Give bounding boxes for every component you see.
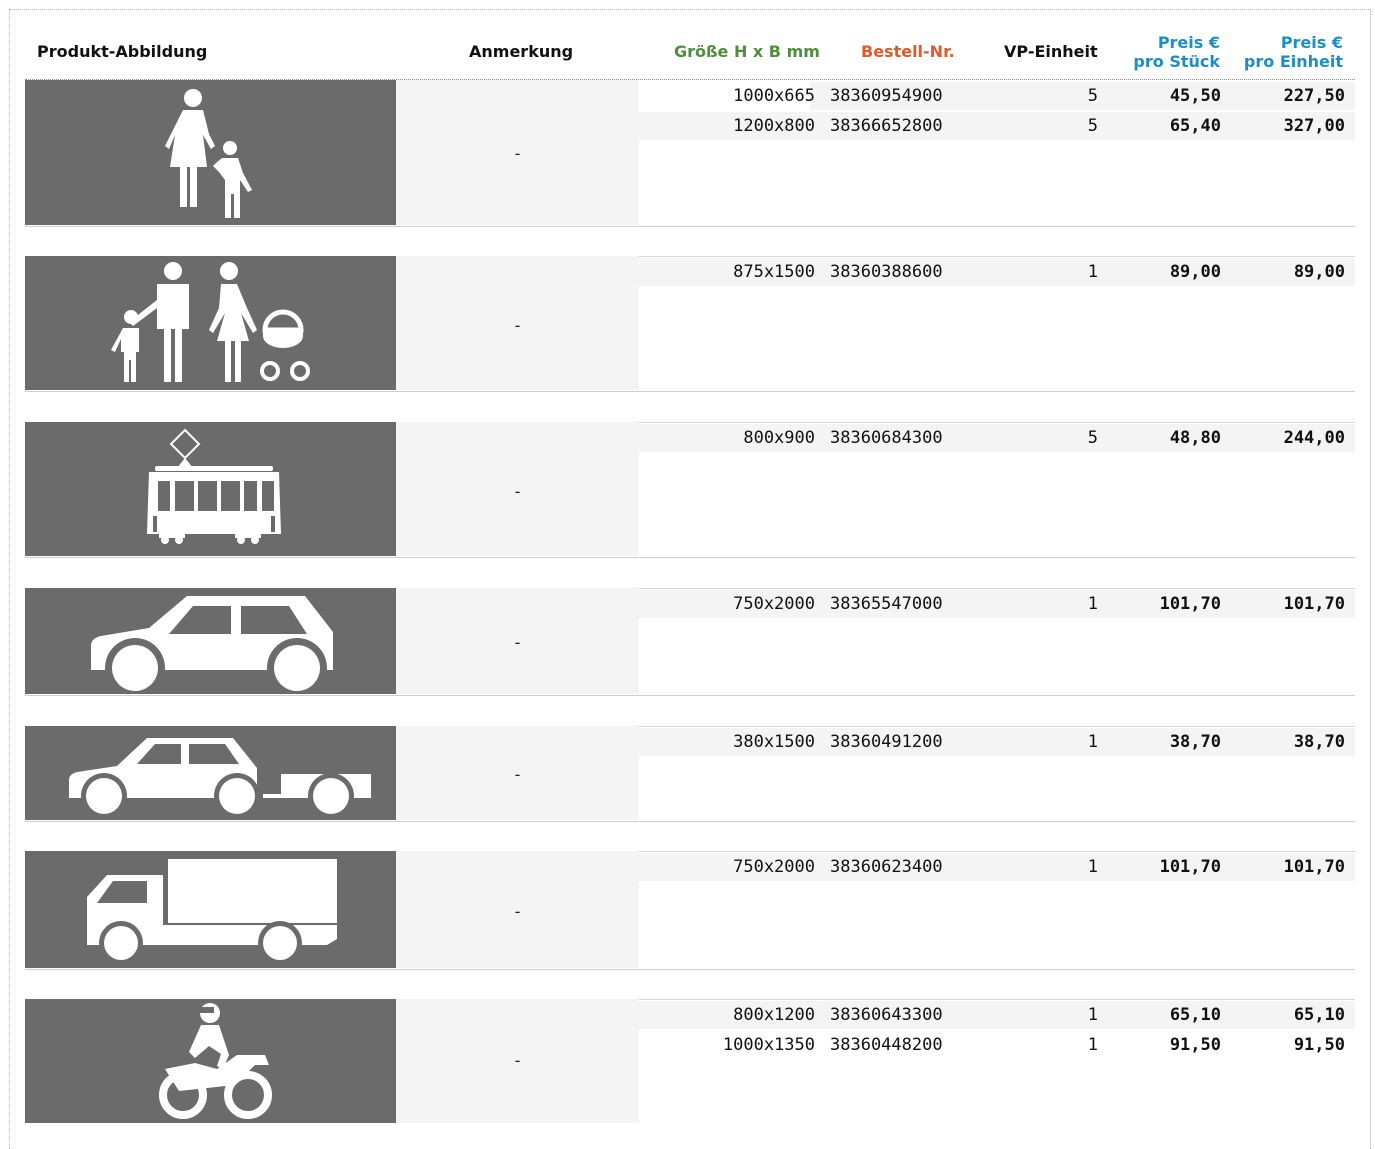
variant-price-unit: 227,50	[1283, 86, 1345, 106]
header-preis-stueck-line2: pro Stück	[1133, 52, 1220, 71]
variant-row: 1000x665 38360954900 5 45,50 227,50	[25, 82, 1355, 112]
variant-row: 380x1500 38360491200 1 38,70 38,70	[25, 728, 1355, 758]
header-bestell-nr: Bestell-Nr.	[861, 42, 955, 61]
variant-size: 800x1200	[733, 1005, 815, 1025]
variant-bestell-nr: 38360491200	[830, 732, 943, 752]
variant-price-piece: 65,10	[1169, 1005, 1221, 1025]
variant-price-unit: 101,70	[1283, 857, 1345, 877]
variant-price-piece: 101,70	[1159, 857, 1221, 877]
variant-bestell-nr: 38366652800	[830, 116, 943, 136]
variant-price-piece: 38,70	[1169, 732, 1221, 752]
variant-row: 750x2000 38360623400 1 101,70 101,70	[25, 853, 1355, 883]
header-preis-pro-einheit: Preis € pro Einheit	[1244, 33, 1343, 71]
note-text: -	[514, 902, 521, 921]
variant-price-unit: 89,00	[1293, 262, 1345, 282]
variant-size: 875x1500	[733, 262, 815, 282]
row-divider	[25, 969, 1355, 970]
variant-bestell-nr: 38360954900	[830, 86, 943, 106]
row-top-rule	[639, 422, 1355, 423]
header-anmerkung: Anmerkung	[469, 42, 574, 61]
variant-bestell-nr: 38360643300	[830, 1005, 943, 1025]
variant-row: 800x1200 38360643300 1 65,10 65,10	[25, 1001, 1355, 1031]
note-text: -	[514, 633, 521, 652]
row-divider	[25, 821, 1355, 822]
header-groesse: Größe H x B mm	[674, 42, 820, 61]
variant-size: 380x1500	[733, 732, 815, 752]
variant-vp: 1	[1087, 1035, 1098, 1055]
header-preis-stueck-line1: Preis €	[1157, 33, 1220, 52]
row-divider	[25, 226, 1355, 227]
variant-bestell-nr: 38360388600	[830, 262, 943, 282]
variant-vp: 1	[1087, 594, 1098, 614]
row-top-rule	[639, 999, 1355, 1000]
variant-price-piece: 45,50	[1169, 86, 1221, 106]
variant-price-piece: 48,80	[1169, 428, 1221, 448]
variant-size: 1000x1350	[722, 1035, 815, 1055]
header-vp-einheit: VP-Einheit	[1004, 42, 1098, 61]
variant-price-unit: 244,00	[1283, 428, 1345, 448]
note-text: -	[514, 316, 521, 335]
variant-size: 1200x800	[733, 116, 815, 136]
variant-vp: 1	[1087, 857, 1098, 877]
row-divider	[25, 391, 1355, 392]
variant-bestell-nr: 38360684300	[830, 428, 943, 448]
row-divider	[25, 557, 1355, 558]
variant-price-unit: 38,70	[1293, 732, 1345, 752]
variant-bestell-nr: 38360448200	[830, 1035, 943, 1055]
variant-vp: 5	[1087, 86, 1098, 106]
note-text: -	[514, 144, 521, 163]
variant-row: 750x2000 38365547000 1 101,70 101,70	[25, 590, 1355, 620]
note-text: -	[514, 482, 521, 501]
row-top-rule	[639, 726, 1355, 727]
variant-row: 800x900 38360684300 5 48,80 244,00	[25, 424, 1355, 454]
header-preis-einheit-line2: pro Einheit	[1243, 52, 1343, 71]
variant-size: 750x2000	[733, 594, 815, 614]
variant-vp: 1	[1087, 732, 1098, 752]
variant-vp: 1	[1087, 262, 1098, 282]
variant-bestell-nr: 38365547000	[830, 594, 943, 614]
header-preis-einheit-line1: Preis €	[1280, 33, 1343, 52]
row-top-rule	[639, 256, 1355, 257]
row-top-rule	[639, 588, 1355, 589]
variant-price-unit: 91,50	[1293, 1035, 1345, 1055]
header-produkt-abbildung: Produkt-Abbildung	[37, 42, 208, 61]
note-text: -	[514, 765, 521, 784]
row-divider	[25, 695, 1355, 696]
variant-vp: 1	[1087, 1005, 1098, 1025]
header-preis-pro-stueck: Preis € pro Stück	[1133, 33, 1220, 71]
variant-bestell-nr: 38360623400	[830, 857, 943, 877]
variant-size: 1000x665	[733, 86, 815, 106]
variant-size: 750x2000	[733, 857, 815, 877]
variant-price-unit: 101,70	[1283, 594, 1345, 614]
variant-price-unit: 65,10	[1293, 1005, 1345, 1025]
variant-row: 875x1500 38360388600 1 89,00 89,00	[25, 258, 1355, 288]
variant-row: 1200x800 38366652800 5 65,40 327,00	[25, 112, 1355, 142]
variant-price-piece: 65,40	[1169, 116, 1221, 136]
variant-price-unit: 327,00	[1283, 116, 1345, 136]
variant-size: 800x900	[743, 428, 815, 448]
row-top-rule	[639, 851, 1355, 852]
variant-price-piece: 91,50	[1169, 1035, 1221, 1055]
variant-price-piece: 89,00	[1169, 262, 1221, 282]
variant-vp: 5	[1087, 428, 1098, 448]
variant-vp: 5	[1087, 116, 1098, 136]
variant-price-piece: 101,70	[1159, 594, 1221, 614]
variant-row: 1000x1350 38360448200 1 91,50 91,50	[25, 1031, 1355, 1061]
